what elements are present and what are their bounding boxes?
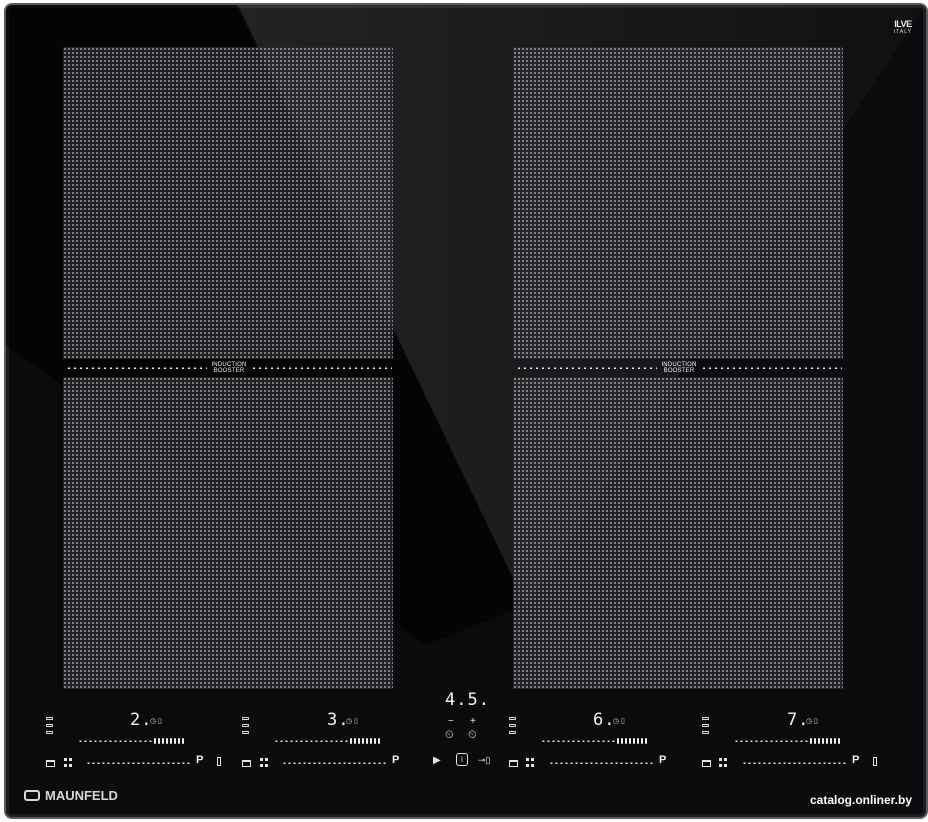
clock-icon[interactable]: ⏲ <box>445 729 454 742</box>
zone-right-rear <box>513 47 843 359</box>
induction-booster-right: INDUCTION BOOSTER <box>516 362 843 374</box>
key-icon[interactable]: ⊸▯ <box>478 755 491 766</box>
clock-icon[interactable]: ◷ ▯ <box>346 717 358 725</box>
top-logo-sub: ITALY <box>893 29 912 35</box>
induction-booster-left: INDUCTION BOOSTER <box>66 362 393 374</box>
brand-logo: MAUNFELD <box>24 788 118 803</box>
clock-icon[interactable]: ◷ ▯ <box>806 717 818 725</box>
booster-label-line2: BOOSTER <box>213 368 245 374</box>
zone-1-indicator-stack[interactable] <box>46 717 53 734</box>
zone-1-secondary-slider[interactable] <box>86 760 190 766</box>
bridge-grid-icon[interactable] <box>64 758 73 767</box>
zone-4-secondary-slider[interactable] <box>742 760 846 766</box>
pot-icon[interactable] <box>242 760 251 767</box>
zone-left-front <box>63 377 393 689</box>
pot-icon[interactable] <box>46 760 55 767</box>
zone-2-secondary-slider[interactable] <box>282 760 386 766</box>
bridge-grid-icon[interactable] <box>719 758 728 767</box>
power-icon[interactable]: i <box>456 753 468 766</box>
top-logo: ILVE ITALY <box>894 19 912 35</box>
zone-4-indicator-stack[interactable] <box>702 717 709 734</box>
zone-3-power-slider[interactable] <box>541 738 647 744</box>
brand-name: MAUNFELD <box>45 788 118 803</box>
induction-hob-glass: INDUCTION BOOSTER INDUCTION BOOSTER ILVE I… <box>4 3 928 819</box>
booster-label-line2: BOOSTER <box>663 368 695 374</box>
timer-minus-button[interactable]: − <box>448 716 454 727</box>
pot-icon[interactable] <box>702 760 711 767</box>
lock-icon[interactable] <box>873 757 877 766</box>
timer-plus-button[interactable]: + <box>470 716 476 727</box>
timer-display: 4.5. <box>445 690 490 710</box>
zone-2-pause-button[interactable]: P <box>392 754 399 766</box>
lock-icon[interactable] <box>217 757 221 766</box>
bridge-grid-icon[interactable] <box>260 758 269 767</box>
clock-icon[interactable]: ◷ ▯ <box>150 717 162 725</box>
zone-2-power-slider[interactable] <box>274 738 380 744</box>
clock-icon[interactable]: ⏲ <box>468 729 477 742</box>
zone-3-pause-button[interactable]: P <box>659 754 666 766</box>
zone-3-indicator-stack[interactable] <box>509 717 516 734</box>
zone-1-pause-button[interactable]: P <box>196 754 203 766</box>
zone-4-pause-button[interactable]: P <box>852 754 859 766</box>
zone-left-rear <box>63 47 393 359</box>
zone-4-power-slider[interactable] <box>734 738 840 744</box>
zone-3-secondary-slider[interactable] <box>549 760 653 766</box>
pot-icon[interactable] <box>509 760 518 767</box>
play-icon[interactable]: ▶ <box>433 755 441 766</box>
zone-2-indicator-stack[interactable] <box>242 717 249 734</box>
brand-mark-icon <box>24 790 40 801</box>
clock-icon[interactable]: ◷ ▯ <box>613 717 625 725</box>
top-logo-mark: ILVE <box>894 19 912 29</box>
zone-1-power-slider[interactable] <box>78 738 184 744</box>
watermark: catalog.onliner.by <box>809 793 912 807</box>
bridge-grid-icon[interactable] <box>526 758 535 767</box>
zone-right-front <box>513 377 843 689</box>
